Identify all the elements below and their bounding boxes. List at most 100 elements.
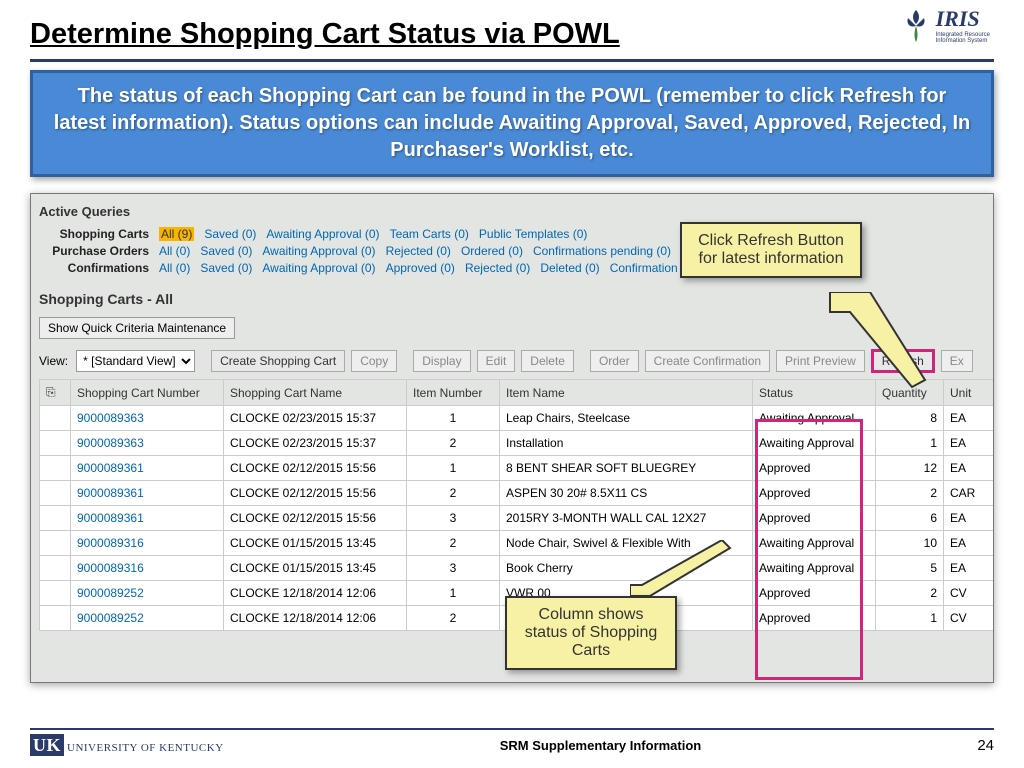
shopping-carts-table: ⎘Shopping Cart NumberShopping Cart NameI… xyxy=(39,379,994,631)
table-row[interactable]: 9000089316CLOCKE 01/15/2015 13:453Book C… xyxy=(40,556,995,581)
export-button[interactable]: Ex xyxy=(941,350,973,372)
table-cell xyxy=(40,531,71,556)
cart-number-link[interactable]: 9000089252 xyxy=(71,581,224,606)
table-cell: Awaiting Approval xyxy=(753,406,876,431)
refresh-callout-arrow-icon xyxy=(820,292,940,392)
status-callout: Column shows status of Shopping Carts xyxy=(505,596,677,670)
table-cell: CLOCKE 02/23/2015 15:37 xyxy=(224,406,407,431)
table-cell: Awaiting Approval xyxy=(753,556,876,581)
po-rejected[interactable]: Rejected (0) xyxy=(386,244,451,258)
cf-deleted[interactable]: Deleted (0) xyxy=(540,261,599,275)
cart-number-link[interactable]: 9000089361 xyxy=(71,456,224,481)
table-cell xyxy=(40,581,71,606)
cart-number-link[interactable]: 9000089363 xyxy=(71,431,224,456)
table-cell xyxy=(40,431,71,456)
po-confirm-pending[interactable]: Confirmations pending (0) xyxy=(533,244,671,258)
po-saved[interactable]: Saved (0) xyxy=(200,244,252,258)
column-header[interactable]: Item Number xyxy=(407,380,500,406)
table-cell: 8 xyxy=(876,406,944,431)
table-cell: 6 xyxy=(876,506,944,531)
info-banner: The status of each Shopping Cart can be … xyxy=(30,70,994,177)
table-cell: CLOCKE 02/12/2015 15:56 xyxy=(224,456,407,481)
table-cell: 2 xyxy=(407,606,500,631)
uk-logo: UKUNIVERSITY OF KENTUCKY xyxy=(30,735,224,756)
table-cell: Approved xyxy=(753,606,876,631)
table-cell xyxy=(40,456,71,481)
table-cell: EA xyxy=(944,506,995,531)
tab-all[interactable]: All (9) xyxy=(159,227,194,241)
cart-number-link[interactable]: 9000089316 xyxy=(71,556,224,581)
page-title: Determine Shopping Cart Status via POWL xyxy=(30,18,994,51)
table-cell: Approved xyxy=(753,506,876,531)
table-cell: EA xyxy=(944,531,995,556)
cf-saved[interactable]: Saved (0) xyxy=(200,261,252,275)
table-row[interactable]: 9000089363CLOCKE 02/23/2015 15:372Instal… xyxy=(40,431,995,456)
table-cell: CLOCKE 01/15/2015 13:45 xyxy=(224,556,407,581)
table-cell: Leap Chairs, Steelcase xyxy=(500,406,753,431)
cart-number-link[interactable]: 9000089361 xyxy=(71,506,224,531)
cart-number-link[interactable]: 9000089361 xyxy=(71,481,224,506)
table-row[interactable]: 9000089361CLOCKE 02/12/2015 15:5618 BENT… xyxy=(40,456,995,481)
tab-templates[interactable]: Public Templates (0) xyxy=(479,227,588,241)
table-cell: 1 xyxy=(876,431,944,456)
column-header[interactable]: Shopping Cart Number xyxy=(71,380,224,406)
table-cell: 2 xyxy=(876,581,944,606)
table-cell: CAR xyxy=(944,481,995,506)
flower-icon xyxy=(902,8,930,42)
tab-awaiting[interactable]: Awaiting Approval (0) xyxy=(266,227,379,241)
view-select[interactable]: * [Standard View] xyxy=(76,350,195,372)
cart-number-link[interactable]: 9000089252 xyxy=(71,606,224,631)
delete-button[interactable]: Delete xyxy=(521,350,574,372)
table-cell: CV xyxy=(944,581,995,606)
table-row[interactable]: 9000089361CLOCKE 02/12/2015 15:5632015RY… xyxy=(40,506,995,531)
cart-number-link[interactable]: 9000089363 xyxy=(71,406,224,431)
table-cell: 2 xyxy=(876,481,944,506)
table-row[interactable]: 9000089363CLOCKE 02/23/2015 15:371Leap C… xyxy=(40,406,995,431)
table-cell: 1 xyxy=(876,606,944,631)
table-cell: CLOCKE 12/18/2014 12:06 xyxy=(224,606,407,631)
column-header[interactable]: Unit xyxy=(944,380,995,406)
column-header[interactable]: ⎘ xyxy=(40,380,71,406)
create-confirmation-button[interactable]: Create Confirmation xyxy=(645,350,770,372)
tab-team[interactable]: Team Carts (0) xyxy=(390,227,469,241)
po-all[interactable]: All (0) xyxy=(159,244,190,258)
table-cell: 1 xyxy=(407,406,500,431)
quick-criteria-button[interactable]: Show Quick Criteria Maintenance xyxy=(39,317,235,339)
column-header[interactable]: Shopping Cart Name xyxy=(224,380,407,406)
table-row[interactable]: 9000089316CLOCKE 01/15/2015 13:452Node C… xyxy=(40,531,995,556)
column-header[interactable]: Item Name xyxy=(500,380,753,406)
table-cell: CLOCKE 02/23/2015 15:37 xyxy=(224,431,407,456)
cf-all[interactable]: All (0) xyxy=(159,261,190,275)
table-cell: 8 BENT SHEAR SOFT BLUEGREY xyxy=(500,456,753,481)
table-cell xyxy=(40,606,71,631)
table-cell: 3 xyxy=(407,506,500,531)
table-cell: Awaiting Approval xyxy=(753,531,876,556)
create-shopping-cart-button[interactable]: Create Shopping Cart xyxy=(211,350,345,372)
iris-logo: IRIS Integrated ResourceInformation Syst… xyxy=(902,6,990,44)
table-cell: 5 xyxy=(876,556,944,581)
cf-more[interactable]: Confirmation xyxy=(610,261,678,275)
cf-rejected[interactable]: Rejected (0) xyxy=(465,261,530,275)
tab-label: Purchase Orders xyxy=(39,244,149,258)
table-cell: Approved xyxy=(753,581,876,606)
title-rule xyxy=(30,59,994,62)
display-button[interactable]: Display xyxy=(413,350,470,372)
edit-button[interactable]: Edit xyxy=(477,350,516,372)
cf-awaiting[interactable]: Awaiting Approval (0) xyxy=(262,261,375,275)
tab-label: Confirmations xyxy=(39,261,149,275)
table-cell xyxy=(40,556,71,581)
footer-title: SRM Supplementary Information xyxy=(224,738,978,753)
cart-number-link[interactable]: 9000089316 xyxy=(71,531,224,556)
table-cell xyxy=(40,481,71,506)
table-cell: CV xyxy=(944,606,995,631)
po-ordered[interactable]: Ordered (0) xyxy=(461,244,523,258)
tab-saved[interactable]: Saved (0) xyxy=(204,227,256,241)
table-cell: 10 xyxy=(876,531,944,556)
order-button[interactable]: Order xyxy=(590,350,639,372)
table-cell: EA xyxy=(944,456,995,481)
copy-button[interactable]: Copy xyxy=(351,350,397,372)
cf-approved[interactable]: Approved (0) xyxy=(386,261,455,275)
po-awaiting[interactable]: Awaiting Approval (0) xyxy=(262,244,375,258)
table-row[interactable]: 9000089361CLOCKE 02/12/2015 15:562ASPEN … xyxy=(40,481,995,506)
table-cell: EA xyxy=(944,431,995,456)
